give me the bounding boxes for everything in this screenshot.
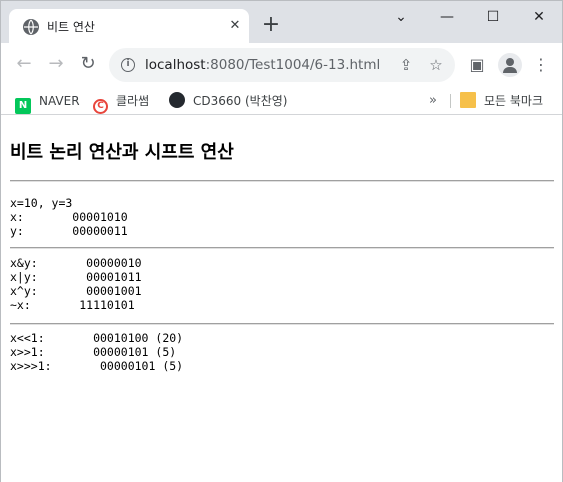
toolbar: ← → ↻ i localhost:8080/Test1004/6-13.htm…: [1, 43, 562, 87]
naver-icon: N: [15, 98, 31, 114]
bookmark-label: CD3660 (박찬영): [193, 94, 288, 108]
output-line: ~x: 11110101: [10, 298, 135, 312]
bookmark-naver[interactable]: N NAVER: [15, 92, 80, 114]
reload-button[interactable]: ↻: [77, 53, 99, 75]
github-icon: [169, 92, 185, 108]
output-line: x>>>1: 00000101 (5): [10, 359, 184, 373]
page-content: 비트 논리 연산과 시프트 연산 x=10, y=3 x: 00001010 y…: [1, 116, 562, 482]
bookmark-classum[interactable]: C 클라썸: [93, 92, 150, 114]
browser-window: 비트 연산 ✕ + ⌄ — ☐ ✕ ← → ↻ i localhost:8080…: [0, 0, 563, 482]
bookmarks-bar: N NAVER C 클라썸 CD3660 (박찬영) » 모든 북마크: [1, 87, 562, 115]
url-text[interactable]: localhost:8080/Test1004/6-13.html: [145, 57, 380, 73]
tab-active[interactable]: 비트 연산 ✕: [9, 9, 249, 43]
divider: [10, 247, 554, 249]
chevron-down-icon[interactable]: ⌄: [386, 7, 416, 27]
globe-icon: [23, 19, 39, 35]
divider: [10, 180, 554, 182]
profile-avatar[interactable]: [498, 53, 522, 77]
bookmark-label: 클라썸: [116, 94, 150, 108]
output-line: x>>1: 00000101 (5): [10, 345, 177, 359]
output-line: x^y: 00001001: [10, 284, 142, 298]
star-icon[interactable]: ☆: [427, 56, 445, 74]
bookmark-github[interactable]: CD3660 (박찬영): [169, 92, 287, 110]
divider: [10, 323, 554, 325]
url-path: :8080/Test1004/6-13.html: [205, 57, 381, 73]
url-host: localhost: [145, 57, 206, 73]
output-line: x: 00001010: [10, 210, 128, 224]
page-title: 비트 논리 연산과 시프트 연산: [10, 142, 234, 163]
info-icon[interactable]: i: [121, 58, 135, 72]
bookmark-label: NAVER: [39, 94, 80, 108]
output-line: x=10, y=3: [10, 196, 73, 210]
share-icon[interactable]: ⇪: [397, 56, 415, 74]
maximize-button[interactable]: ☐: [478, 7, 508, 27]
forward-button[interactable]: →: [45, 53, 67, 75]
tab-close-icon[interactable]: ✕: [227, 18, 243, 34]
bookmarks-divider: [450, 94, 451, 108]
output-line: x<<1: 00010100 (20): [10, 331, 184, 345]
minimize-button[interactable]: —: [432, 7, 462, 27]
output-line: y: 00000011: [10, 224, 128, 238]
output-line: x|y: 00001011: [10, 270, 142, 284]
back-button[interactable]: ←: [13, 53, 35, 75]
new-tab-button[interactable]: +: [259, 13, 283, 37]
classum-icon: C: [93, 99, 108, 114]
tab-title: 비트 연산: [47, 20, 95, 34]
address-bar[interactable]: i localhost:8080/Test1004/6-13.html ⇪ ☆: [109, 48, 455, 82]
all-bookmarks-folder[interactable]: 모든 북마크: [460, 92, 543, 110]
output-line: x&y: 00000010: [10, 256, 142, 270]
bookmark-label: 모든 북마크: [484, 94, 544, 108]
menu-icon[interactable]: ⋮: [530, 54, 552, 76]
close-window-button[interactable]: ✕: [524, 7, 554, 27]
bookmarks-overflow-icon[interactable]: »: [429, 92, 437, 110]
folder-icon: [460, 92, 476, 108]
tab-strip: 비트 연산 ✕ + ⌄ — ☐ ✕: [1, 1, 562, 43]
side-panel-icon[interactable]: ▣: [466, 54, 488, 76]
